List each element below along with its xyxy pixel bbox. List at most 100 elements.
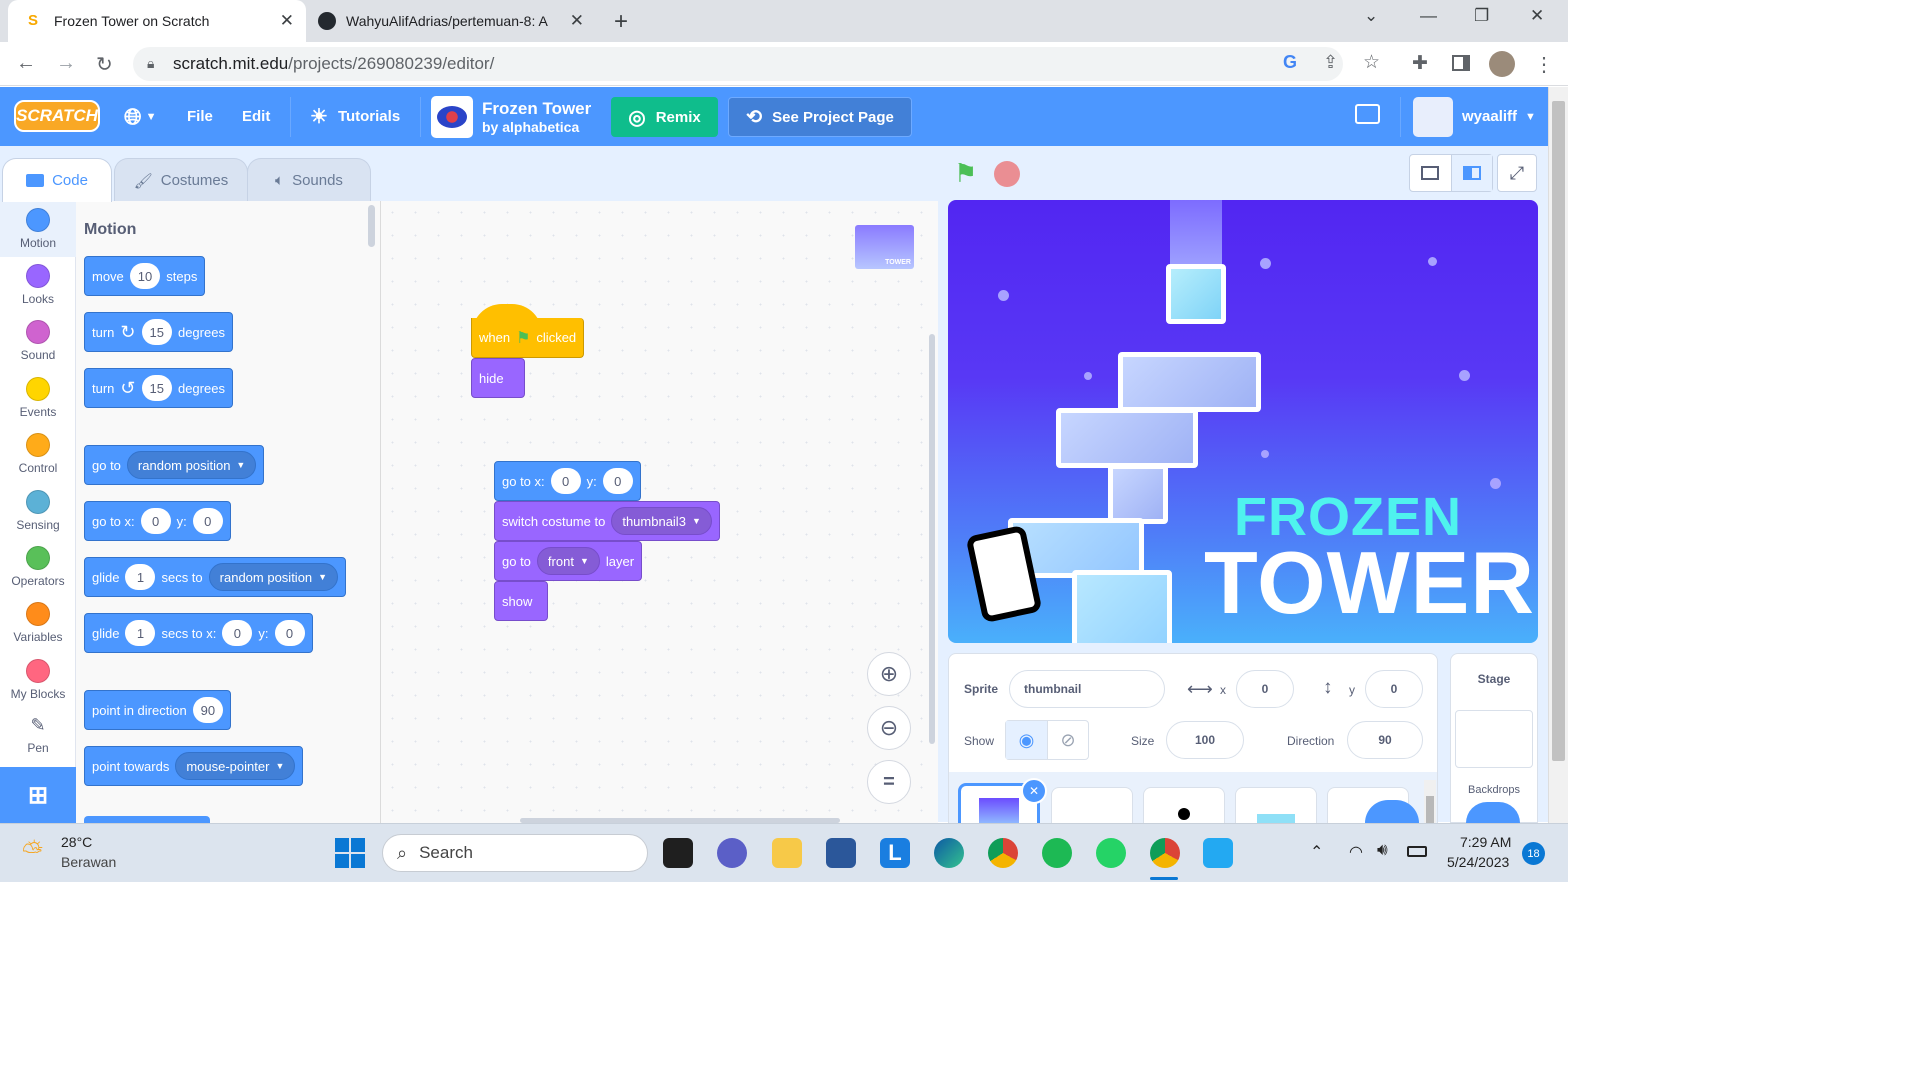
- start-button[interactable]: [335, 838, 365, 868]
- goto-target-dropdown[interactable]: random position ▼: [126, 451, 257, 479]
- steps-input[interactable]: 10: [129, 263, 161, 289]
- script-vertical-scrollbar[interactable]: [929, 334, 935, 744]
- address-bar[interactable]: 🔒︎ scratch.mit.edu/projects/269080239/ed…: [133, 47, 1380, 81]
- degrees-input[interactable]: 15: [141, 375, 172, 401]
- user-avatar[interactable]: [1413, 97, 1453, 137]
- side-panel-icon[interactable]: [1452, 55, 1470, 71]
- clock-date[interactable]: 5/24/2023: [1447, 854, 1509, 870]
- fullscreen-button[interactable]: ⤢: [1497, 154, 1537, 192]
- microsoft-store-icon[interactable]: [826, 838, 856, 868]
- tab-costumes[interactable]: 🖌︎ Costumes: [114, 158, 248, 202]
- x-input[interactable]: 0: [140, 508, 171, 534]
- stage-canvas[interactable]: FROZEN TOWER: [948, 200, 1538, 643]
- sprite-list-scrollbar[interactable]: [1424, 780, 1436, 823]
- small-stage-button[interactable]: [1410, 155, 1451, 191]
- secs-input[interactable]: 1: [125, 620, 156, 646]
- category-motion[interactable]: Motion: [0, 208, 76, 250]
- block-glide-to[interactable]: glide 1 secs to random position ▼: [84, 557, 347, 597]
- notification-badge[interactable]: 18: [1522, 842, 1545, 865]
- author-avatar[interactable]: [431, 96, 473, 138]
- reload-icon[interactable]: ↻: [96, 52, 113, 77]
- show-hidden-icons[interactable]: ⌃: [1310, 842, 1323, 862]
- zoom-reset-button[interactable]: =: [867, 760, 911, 804]
- account-menu[interactable]: wyaaliff ▼: [1462, 87, 1536, 146]
- block-turn-right[interactable]: turn ↻ 15 degrees: [84, 312, 233, 352]
- sprite-tile[interactable]: [1235, 787, 1317, 824]
- see-project-page-button[interactable]: ⟲ See Project Page: [728, 97, 912, 137]
- category-my-blocks[interactable]: My Blocks: [0, 659, 76, 701]
- restore-icon[interactable]: ❐: [1474, 6, 1489, 26]
- zoom-out-button[interactable]: ⊖: [867, 706, 911, 750]
- my-stuff-folder-icon[interactable]: [1355, 104, 1380, 124]
- remix-button[interactable]: ◎ Remix: [611, 97, 718, 137]
- extensions-icon[interactable]: ✚: [1412, 52, 1428, 75]
- block-point-in-direction[interactable]: point in direction 90: [84, 690, 232, 730]
- category-operators[interactable]: Operators: [0, 546, 76, 588]
- normal-stage-button[interactable]: [1450, 155, 1492, 191]
- edit-menu[interactable]: Edit: [242, 87, 270, 146]
- block-move-steps[interactable]: move 10 steps: [84, 256, 206, 296]
- back-icon[interactable]: ←: [16, 52, 36, 75]
- bookmark-star-icon[interactable]: ☆: [1363, 51, 1380, 74]
- page-scrollbar[interactable]: [1548, 87, 1568, 823]
- chrome-profile-icon[interactable]: [1150, 838, 1180, 868]
- block-turn-left[interactable]: turn ↺ 15 degrees: [84, 368, 233, 408]
- y-input[interactable]: 0: [192, 508, 223, 534]
- add-extension-button[interactable]: ⊞: [0, 767, 76, 823]
- block-point-towards[interactable]: point towards mouse-pointer ▼: [84, 746, 304, 786]
- block-go-to-xy[interactable]: go to x: 0 y: 0: [84, 501, 231, 541]
- stage-selector[interactable]: Stage Backdrops: [1450, 653, 1538, 823]
- google-icon[interactable]: G: [1283, 52, 1297, 73]
- block-switch-costume[interactable]: switch costume to thumbnail3 ▼: [494, 501, 720, 541]
- scratch-logo[interactable]: SCRATCH: [14, 100, 100, 132]
- teams-chat-icon[interactable]: [717, 838, 747, 868]
- category-sensing[interactable]: Sensing: [0, 490, 76, 532]
- forward-icon[interactable]: →: [56, 52, 76, 75]
- y-input[interactable]: 0: [1365, 670, 1423, 708]
- file-explorer-icon[interactable]: [772, 838, 802, 868]
- secs-input[interactable]: 1: [125, 564, 156, 590]
- x-input[interactable]: 0: [550, 468, 581, 494]
- y-input[interactable]: 0: [274, 620, 305, 646]
- vscode-icon[interactable]: [1203, 838, 1233, 868]
- costume-dropdown[interactable]: thumbnail3 ▼: [611, 507, 712, 535]
- palette-scrollbar[interactable]: [368, 205, 375, 247]
- green-flag-button[interactable]: ⚑: [954, 158, 977, 189]
- weather-icon[interactable]: ⛅︎: [22, 836, 43, 868]
- close-tab-icon[interactable]: ✕: [570, 11, 584, 31]
- language-menu[interactable]: 🌐︎ ▼: [124, 87, 157, 146]
- chrome-icon[interactable]: [988, 838, 1018, 868]
- edge-icon[interactable]: [934, 838, 964, 868]
- project-author[interactable]: by alphabetica: [482, 119, 579, 135]
- tab-search-icon[interactable]: ⌄: [1364, 6, 1378, 26]
- category-control[interactable]: Control: [0, 433, 76, 475]
- chrome-menu-icon[interactable]: ⋮: [1534, 52, 1554, 77]
- profile-avatar[interactable]: [1489, 51, 1515, 77]
- block-go-to-layer[interactable]: go to front ▼ layer: [494, 541, 643, 581]
- clock-time[interactable]: 7:29 AM: [1460, 834, 1511, 850]
- block-glide-to-xy[interactable]: glide 1 secs to x: 0 y: 0: [84, 613, 313, 653]
- spotify-icon[interactable]: [1042, 838, 1072, 868]
- window-close-icon[interactable]: ✕: [1530, 6, 1544, 26]
- stop-button[interactable]: [994, 161, 1020, 187]
- delete-sprite-button[interactable]: ✕: [1021, 778, 1047, 804]
- share-icon[interactable]: ⇪: [1323, 52, 1338, 73]
- x-input[interactable]: 0: [1236, 670, 1294, 708]
- volume-icon[interactable]: 🔊︎: [1377, 840, 1388, 860]
- y-input[interactable]: 0: [602, 468, 633, 494]
- minimize-icon[interactable]: —: [1420, 6, 1437, 26]
- block-show[interactable]: show: [494, 581, 548, 621]
- whatsapp-icon[interactable]: [1096, 838, 1126, 868]
- show-sprite-button[interactable]: ◉: [1006, 721, 1047, 759]
- size-input[interactable]: 100: [1166, 721, 1244, 759]
- category-pen[interactable]: ✎ Pen: [0, 715, 76, 755]
- category-events[interactable]: Events: [0, 377, 76, 419]
- taskbar-search[interactable]: ⌕ Search: [382, 834, 648, 872]
- tutorials-button[interactable]: ☀︎ Tutorials: [310, 87, 400, 146]
- battery-icon[interactable]: [1407, 846, 1427, 857]
- degrees-input[interactable]: 15: [141, 319, 172, 345]
- x-input[interactable]: 0: [222, 620, 253, 646]
- block-hide[interactable]: hide: [471, 358, 525, 398]
- direction-input[interactable]: 90: [192, 697, 224, 723]
- hide-sprite-button[interactable]: ⊘: [1046, 721, 1088, 759]
